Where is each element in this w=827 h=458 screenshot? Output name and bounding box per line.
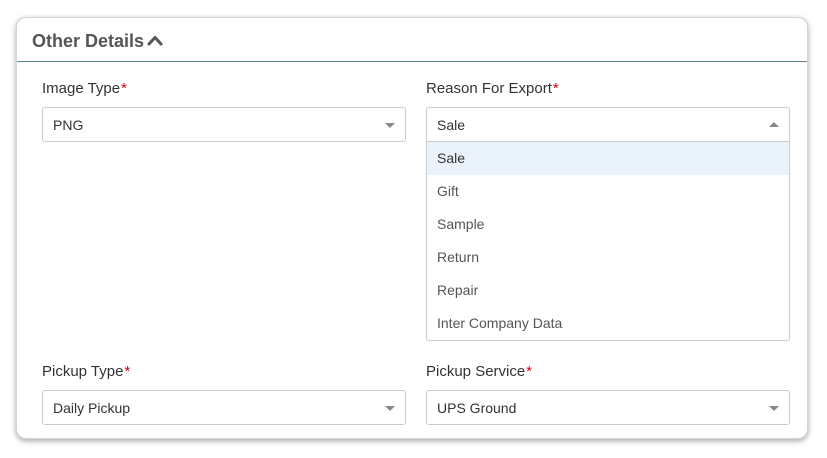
pickup-type-label: Pickup Type*: [42, 363, 130, 380]
required-mark: *: [552, 80, 559, 97]
option-gift[interactable]: Gift: [427, 175, 789, 208]
option-inter-company-data[interactable]: Inter Company Data: [427, 307, 789, 340]
pickup-service-label: Pickup Service*: [426, 363, 532, 380]
reason-for-export-label: Reason For Export*: [426, 80, 559, 97]
chevron-up-icon[interactable]: [147, 30, 163, 51]
panel-title[interactable]: Other Details: [32, 30, 163, 52]
panel-title-text: Other Details: [32, 31, 145, 51]
required-mark: *: [526, 363, 533, 380]
pickup-service-label-text: Pickup Service: [426, 363, 526, 380]
caret-down-icon: [385, 406, 395, 411]
other-details-panel: Other Details Image Type* PNG Reason For…: [16, 17, 808, 439]
pickup-type-label-text: Pickup Type: [42, 363, 124, 380]
image-type-label-text: Image Type: [42, 80, 121, 97]
image-type-select[interactable]: PNG: [42, 107, 406, 142]
reason-for-export-label-text: Reason For Export: [426, 80, 552, 97]
caret-down-icon: [769, 406, 779, 411]
pickup-service-select[interactable]: UPS Ground: [426, 390, 790, 425]
pickup-type-select[interactable]: Daily Pickup: [42, 390, 406, 425]
panel-header[interactable]: Other Details: [17, 18, 807, 62]
pickup-service-value: UPS Ground: [437, 400, 517, 416]
pickup-type-value: Daily Pickup: [53, 400, 131, 416]
option-return[interactable]: Return: [427, 241, 789, 274]
reason-for-export-select[interactable]: Sale: [426, 107, 790, 142]
caret-down-icon: [385, 123, 395, 128]
caret-up-icon: [769, 122, 779, 127]
reason-for-export-dropdown: Sale Gift Sample Return Repair Inter Com…: [426, 142, 790, 341]
required-mark: *: [121, 80, 127, 97]
option-repair[interactable]: Repair: [427, 274, 789, 307]
image-type-label: Image Type*: [42, 80, 127, 97]
image-type-value: PNG: [53, 117, 84, 133]
required-mark: *: [124, 363, 131, 380]
option-sale[interactable]: Sale: [427, 142, 789, 175]
reason-for-export-value: Sale: [437, 117, 466, 133]
option-sample[interactable]: Sample: [427, 208, 789, 241]
